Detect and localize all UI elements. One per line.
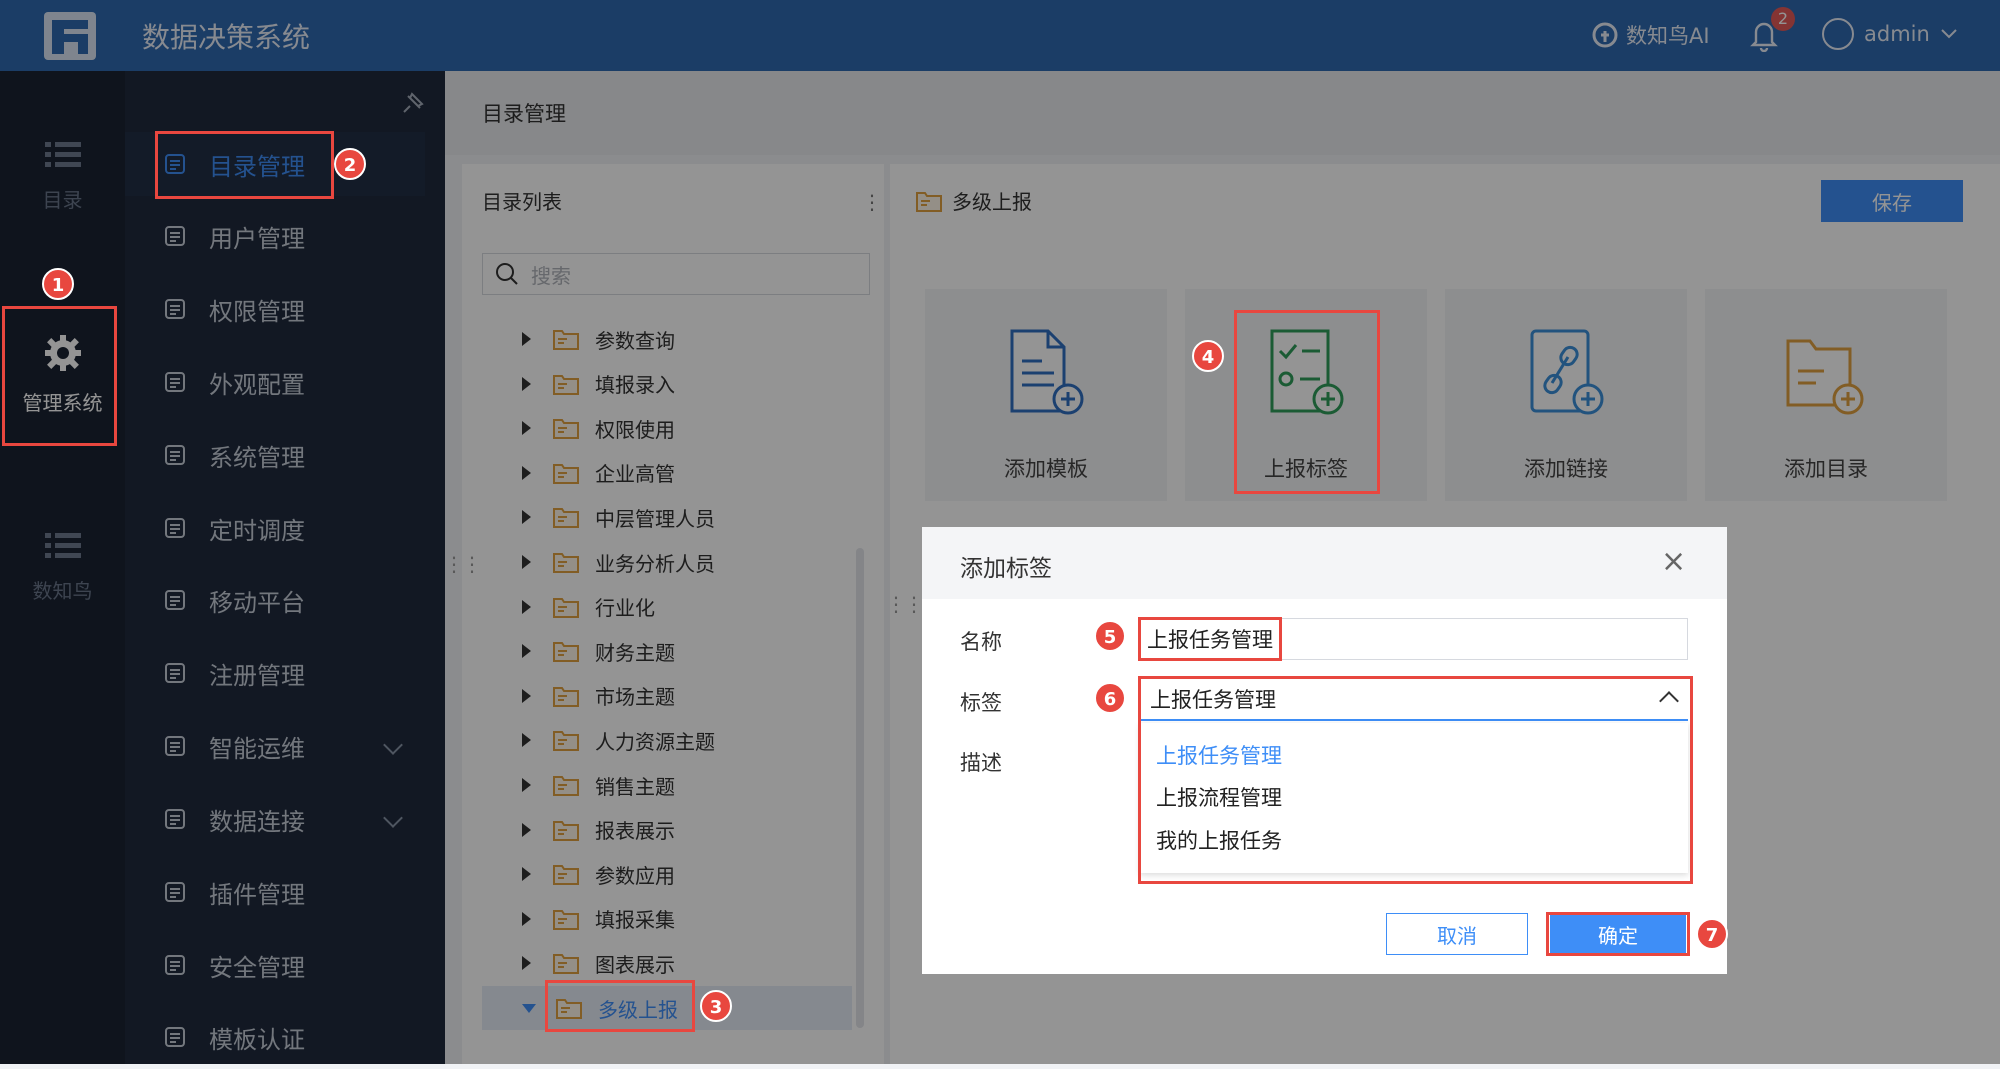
step-badge: 1 <box>42 268 74 300</box>
cancel-button[interactable]: 取消 <box>1386 913 1528 955</box>
step-badge: 2 <box>334 148 366 180</box>
highlight-box <box>1138 617 1282 661</box>
step-badge: 4 <box>1192 340 1224 372</box>
step-badge: 5 <box>1094 620 1126 652</box>
highlight-box <box>1138 676 1693 884</box>
step-badge: 7 <box>1696 918 1728 950</box>
name-label: 名称 <box>960 630 1002 654</box>
step-badge: 3 <box>700 990 732 1022</box>
highlight-box <box>545 980 695 1032</box>
highlight-box <box>1234 310 1380 494</box>
highlight-box <box>1546 912 1690 956</box>
close-icon[interactable]: × <box>1661 547 1686 577</box>
dialog-title: 添加标签 <box>960 556 1052 582</box>
description-label: 描述 <box>960 751 1002 775</box>
highlight-box <box>2 306 117 446</box>
step-badge: 6 <box>1094 682 1126 714</box>
highlight-box <box>155 131 334 199</box>
tag-label: 标签 <box>960 691 1002 715</box>
